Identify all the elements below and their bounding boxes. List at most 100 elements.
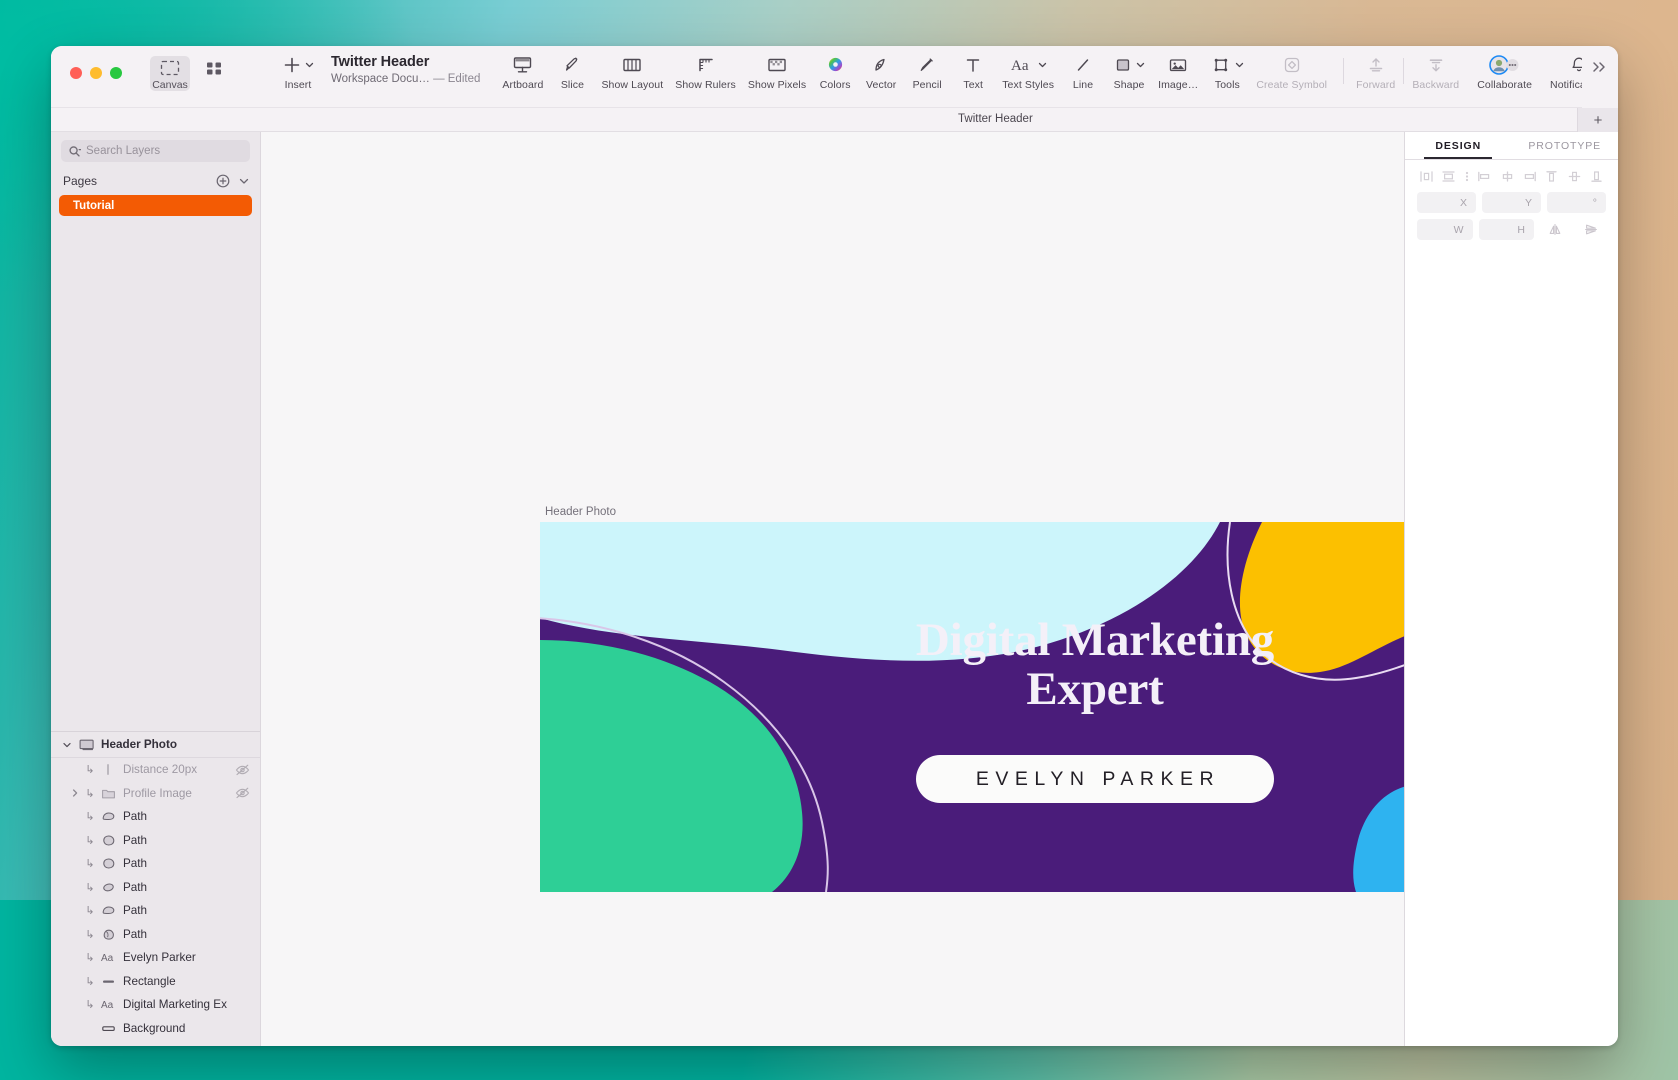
create-symbol-button[interactable]: Create Symbol — [1250, 52, 1333, 91]
return-arrow-icon: ↳ — [83, 881, 97, 894]
layer-row-rectangle[interactable]: ↳ Rectangle — [51, 970, 260, 994]
align-right-icon[interactable] — [1522, 170, 1537, 183]
chevron-down-icon[interactable] — [59, 740, 75, 750]
search-layers-wrapper: Search Layers — [51, 132, 260, 168]
layer-row-digital-marketing[interactable]: ↳ Aa Digital Marketing Ex — [51, 993, 260, 1017]
document-workspace: Workspace Docu… — [331, 73, 430, 85]
canvas-icon — [160, 60, 180, 76]
show-pixels-button[interactable]: Show Pixels — [742, 52, 812, 91]
height-field[interactable]: H — [1479, 219, 1535, 240]
chevron-right-icon[interactable] — [67, 788, 83, 798]
pencil-tool-label: Pencil — [913, 79, 942, 91]
layer-row-path-1[interactable]: ↳ Path — [51, 805, 260, 829]
tab-twitter-header[interactable]: Twitter Header — [958, 113, 1033, 125]
text-layer-icon: Aa — [97, 998, 119, 1011]
align-bottom-icon[interactable] — [1589, 170, 1604, 183]
layer-name: Rectangle — [119, 975, 176, 988]
layer-row-distance[interactable]: ↳ Distance 20px — [51, 758, 260, 782]
plus-icon — [282, 54, 314, 76]
chevron-down-icon — [1136, 55, 1145, 75]
window-controls[interactable] — [51, 56, 122, 79]
layer-list: Header Photo ↳ Distance 20px — [51, 731, 260, 1046]
layer-row-path-6[interactable]: ↳ Path — [51, 923, 260, 947]
align-middle-vertical-icon[interactable] — [1567, 170, 1582, 183]
layer-row-path-2[interactable]: ↳ Path — [51, 829, 260, 853]
artboard-heading: Digital Marketing Expert — [540, 616, 1404, 715]
image-tool-button[interactable]: Image… — [1152, 52, 1204, 91]
line-tool-button[interactable]: Line — [1060, 52, 1106, 91]
toolbar-left-group: Canvas — [51, 46, 261, 107]
y-field[interactable]: Y — [1482, 192, 1541, 213]
search-input[interactable]: Search Layers — [61, 140, 250, 162]
vector-tool-button[interactable]: Vector — [858, 52, 904, 91]
grid-view-button[interactable] — [194, 56, 234, 91]
distribute-horizontal-icon[interactable] — [1419, 170, 1434, 183]
maximize-button[interactable] — [110, 67, 122, 79]
text-tool-button[interactable]: Text — [950, 52, 996, 91]
layer-row-path-3[interactable]: ↳ Path — [51, 852, 260, 876]
forward-button[interactable]: Forward — [1350, 52, 1401, 91]
artboard-name-label[interactable]: Header Photo — [545, 506, 616, 518]
hidden-eye-icon[interactable] — [235, 787, 250, 799]
align-center-horizontal-icon[interactable] — [1500, 170, 1515, 183]
page-item-tutorial[interactable]: Tutorial — [59, 195, 252, 216]
return-arrow-icon: ↳ — [83, 810, 97, 823]
canvas-view-button[interactable]: Canvas — [150, 56, 190, 91]
layer-row-header-photo[interactable]: Header Photo — [51, 732, 260, 758]
layer-row-background[interactable]: Background — [51, 1017, 260, 1041]
group-icon — [97, 787, 119, 800]
hidden-eye-icon[interactable] — [235, 764, 250, 776]
rotation-field[interactable]: ° — [1547, 192, 1606, 213]
collaborate-button[interactable]: Collaborate — [1471, 52, 1538, 91]
artboard-name-badge-text: EVELYN PARKER — [970, 768, 1220, 791]
bg-layer-icon — [97, 1022, 119, 1035]
distribute-vertical-icon[interactable] — [1441, 170, 1456, 183]
flip-vertical-button[interactable] — [1576, 219, 1606, 240]
close-button[interactable] — [70, 67, 82, 79]
line-icon — [1073, 54, 1093, 76]
x-field[interactable]: X — [1417, 192, 1476, 213]
layer-name: Path — [119, 904, 147, 917]
search-icon — [68, 145, 81, 158]
artboard-tool-button[interactable]: Artboard — [496, 52, 549, 91]
slice-tool-button[interactable]: Slice — [549, 52, 595, 91]
artboard-layer-icon — [75, 738, 97, 752]
toolbar-separator-2 — [1403, 58, 1404, 84]
layer-row-path-5[interactable]: ↳ Path — [51, 899, 260, 923]
backward-button[interactable]: Backward — [1406, 52, 1465, 91]
inspector-tabs: DESIGN PROTOTYPE — [1405, 132, 1618, 160]
rotation-field-label: ° — [1593, 197, 1597, 209]
tab-design[interactable]: DESIGN — [1405, 132, 1512, 159]
insert-button[interactable]: Insert — [275, 52, 321, 91]
tab-prototype[interactable]: PROTOTYPE — [1512, 132, 1619, 159]
show-layout-button[interactable]: Show Layout — [595, 52, 669, 91]
chevron-down-icon[interactable] — [238, 175, 250, 187]
pages-actions — [216, 174, 250, 188]
text-styles-button[interactable]: Aa Text Styles — [996, 52, 1060, 91]
align-top-icon[interactable] — [1544, 170, 1559, 183]
new-tab-button[interactable]: + — [1577, 108, 1618, 132]
layer-row-path-4[interactable]: ↳ Path — [51, 876, 260, 900]
artboard-header-photo[interactable]: Digital Marketing Expert EVELYN PARKER — [540, 522, 1404, 892]
document-edited-status: — Edited — [433, 73, 480, 85]
toolbar: Canvas — [51, 46, 1618, 108]
toolbar-overflow-button[interactable] — [1582, 46, 1618, 108]
width-field[interactable]: W — [1417, 219, 1473, 240]
document-subtitle: Workspace Docu… — Edited — [331, 73, 480, 85]
colors-button[interactable]: Colors — [812, 52, 858, 91]
layer-row-evelyn-parker[interactable]: ↳ Aa Evelyn Parker — [51, 946, 260, 970]
flip-horizontal-button[interactable] — [1540, 219, 1570, 240]
minimize-button[interactable] — [90, 67, 102, 79]
show-rulers-button[interactable]: Show Rulers — [669, 52, 742, 91]
canvas-area[interactable]: Header Photo — [261, 132, 1404, 1046]
plus-circle-icon[interactable] — [216, 174, 230, 188]
layer-row-profile-image[interactable]: ↳ Profile Image — [51, 782, 260, 806]
pencil-tool-button[interactable]: Pencil — [904, 52, 950, 91]
slice-tool-label: Slice — [561, 79, 584, 91]
flip-vertical-icon — [1584, 223, 1598, 236]
align-left-icon[interactable] — [1477, 170, 1492, 183]
artboard-icon — [512, 54, 533, 76]
more-options-icon[interactable] — [1464, 170, 1470, 183]
shape-tool-button[interactable]: Shape — [1106, 52, 1152, 91]
tools-button[interactable]: Tools — [1204, 52, 1250, 91]
